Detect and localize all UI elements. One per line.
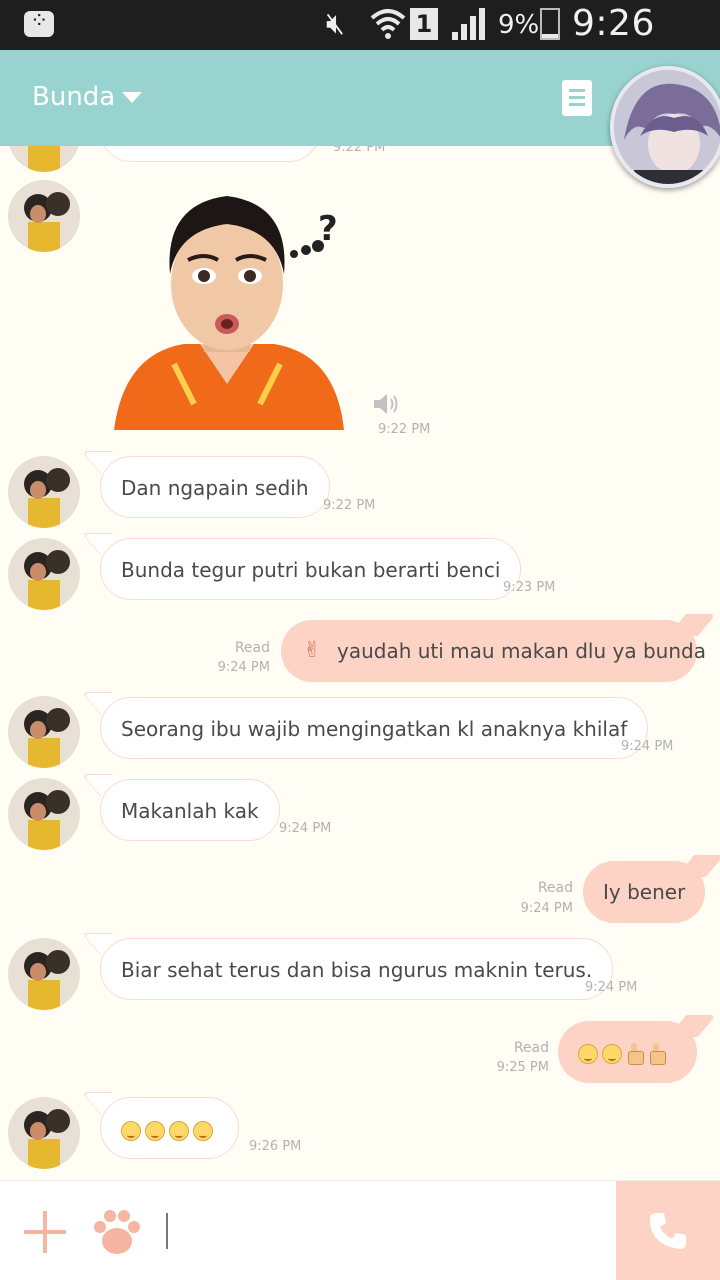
call-button[interactable] — [616, 1181, 720, 1280]
thumbs-up-icon — [626, 1042, 644, 1065]
sticker-paw-icon[interactable] — [90, 1207, 144, 1257]
read-status: Read — [234, 640, 270, 656]
message-time: 9:25 PM — [496, 1060, 549, 1075]
message-time: 9:22 PM — [333, 146, 386, 155]
message-bubble[interactable] — [100, 146, 320, 162]
message-bubble[interactable]: Makanlah kak — [100, 779, 280, 841]
menu-icon[interactable] — [562, 80, 592, 116]
avatar[interactable] — [8, 538, 80, 610]
avatar[interactable] — [8, 938, 80, 1010]
message-time: 9:23 PM — [503, 580, 556, 595]
message-bubble[interactable] — [558, 1021, 697, 1083]
mute-icon: 🔇︎ — [326, 6, 345, 41]
chat-header: Bunda — [0, 50, 720, 188]
laughing-emoji-icon — [169, 1120, 189, 1141]
profile-avatar[interactable] — [610, 66, 720, 188]
battery-icon — [540, 8, 560, 40]
message-bubble[interactable]: Bunda tegur putri bukan berarti benci — [100, 538, 522, 600]
chat-message-list[interactable]: 9:22 PM ? 9:22 PM Dan ngapain sedih 9:22… — [0, 146, 720, 1180]
avatar[interactable] — [8, 180, 80, 252]
bbm-notification-icon — [24, 9, 54, 37]
read-status: Read — [537, 880, 573, 896]
message-bubble[interactable]: Iy bener — [583, 861, 706, 923]
message-time: 9:22 PM — [323, 498, 376, 513]
message-bubble[interactable]: ✌ yaudah uti mau makan dlu ya bunda — [281, 620, 706, 682]
contact-name[interactable]: Bunda — [32, 82, 115, 112]
wifi-icon — [370, 6, 406, 50]
laughing-emoji-icon — [602, 1043, 622, 1064]
battery-percent: 9% — [498, 10, 540, 40]
message-bubble[interactable]: Biar sehat terus dan bisa ngurus maknin … — [100, 938, 614, 1000]
message-time: 9:26 PM — [249, 1139, 302, 1154]
message-time: 9:24 PM — [520, 901, 573, 916]
read-status: Read — [513, 1040, 549, 1056]
laughing-emoji-icon — [578, 1043, 598, 1064]
sticker-image[interactable]: ? — [104, 184, 350, 430]
message-text: yaudah uti mau makan dlu ya bunda — [337, 639, 706, 663]
message-time: 9:24 PM — [621, 739, 674, 754]
laughing-emoji-icon — [145, 1120, 165, 1141]
chevron-down-icon[interactable] — [122, 92, 142, 103]
status-bar: 🔇︎ 1 9% 9:26 PM — [0, 0, 720, 85]
message-bubble[interactable] — [100, 1097, 239, 1159]
laughing-emoji-icon — [193, 1120, 213, 1141]
thumbs-up-icon — [648, 1042, 666, 1065]
plus-icon[interactable] — [24, 1211, 66, 1253]
avatar[interactable] — [8, 456, 80, 528]
message-time: 9:24 PM — [279, 821, 332, 836]
sim-icon: 1 — [410, 8, 438, 40]
laughing-emoji-icon — [121, 1120, 141, 1141]
avatar[interactable] — [8, 1097, 80, 1169]
message-time: 9:24 PM — [217, 660, 270, 675]
message-bubble[interactable]: Seorang ibu wajib mengingatkan kl anakny… — [100, 697, 649, 759]
avatar[interactable] — [8, 778, 80, 850]
avatar[interactable] — [8, 146, 80, 172]
message-time: 9:24 PM — [585, 980, 638, 995]
message-input-bar — [0, 1180, 720, 1280]
peace-hand-icon: ✌ — [303, 638, 322, 663]
message-time: 9:22 PM — [378, 422, 431, 437]
text-input[interactable] — [166, 1213, 168, 1249]
signal-icon — [452, 8, 488, 40]
svg-text:?: ? — [318, 209, 338, 249]
avatar[interactable] — [8, 696, 80, 768]
speaker-icon[interactable] — [372, 392, 400, 416]
message-bubble[interactable]: Dan ngapain sedih — [100, 456, 330, 518]
phone-icon — [650, 1213, 686, 1249]
